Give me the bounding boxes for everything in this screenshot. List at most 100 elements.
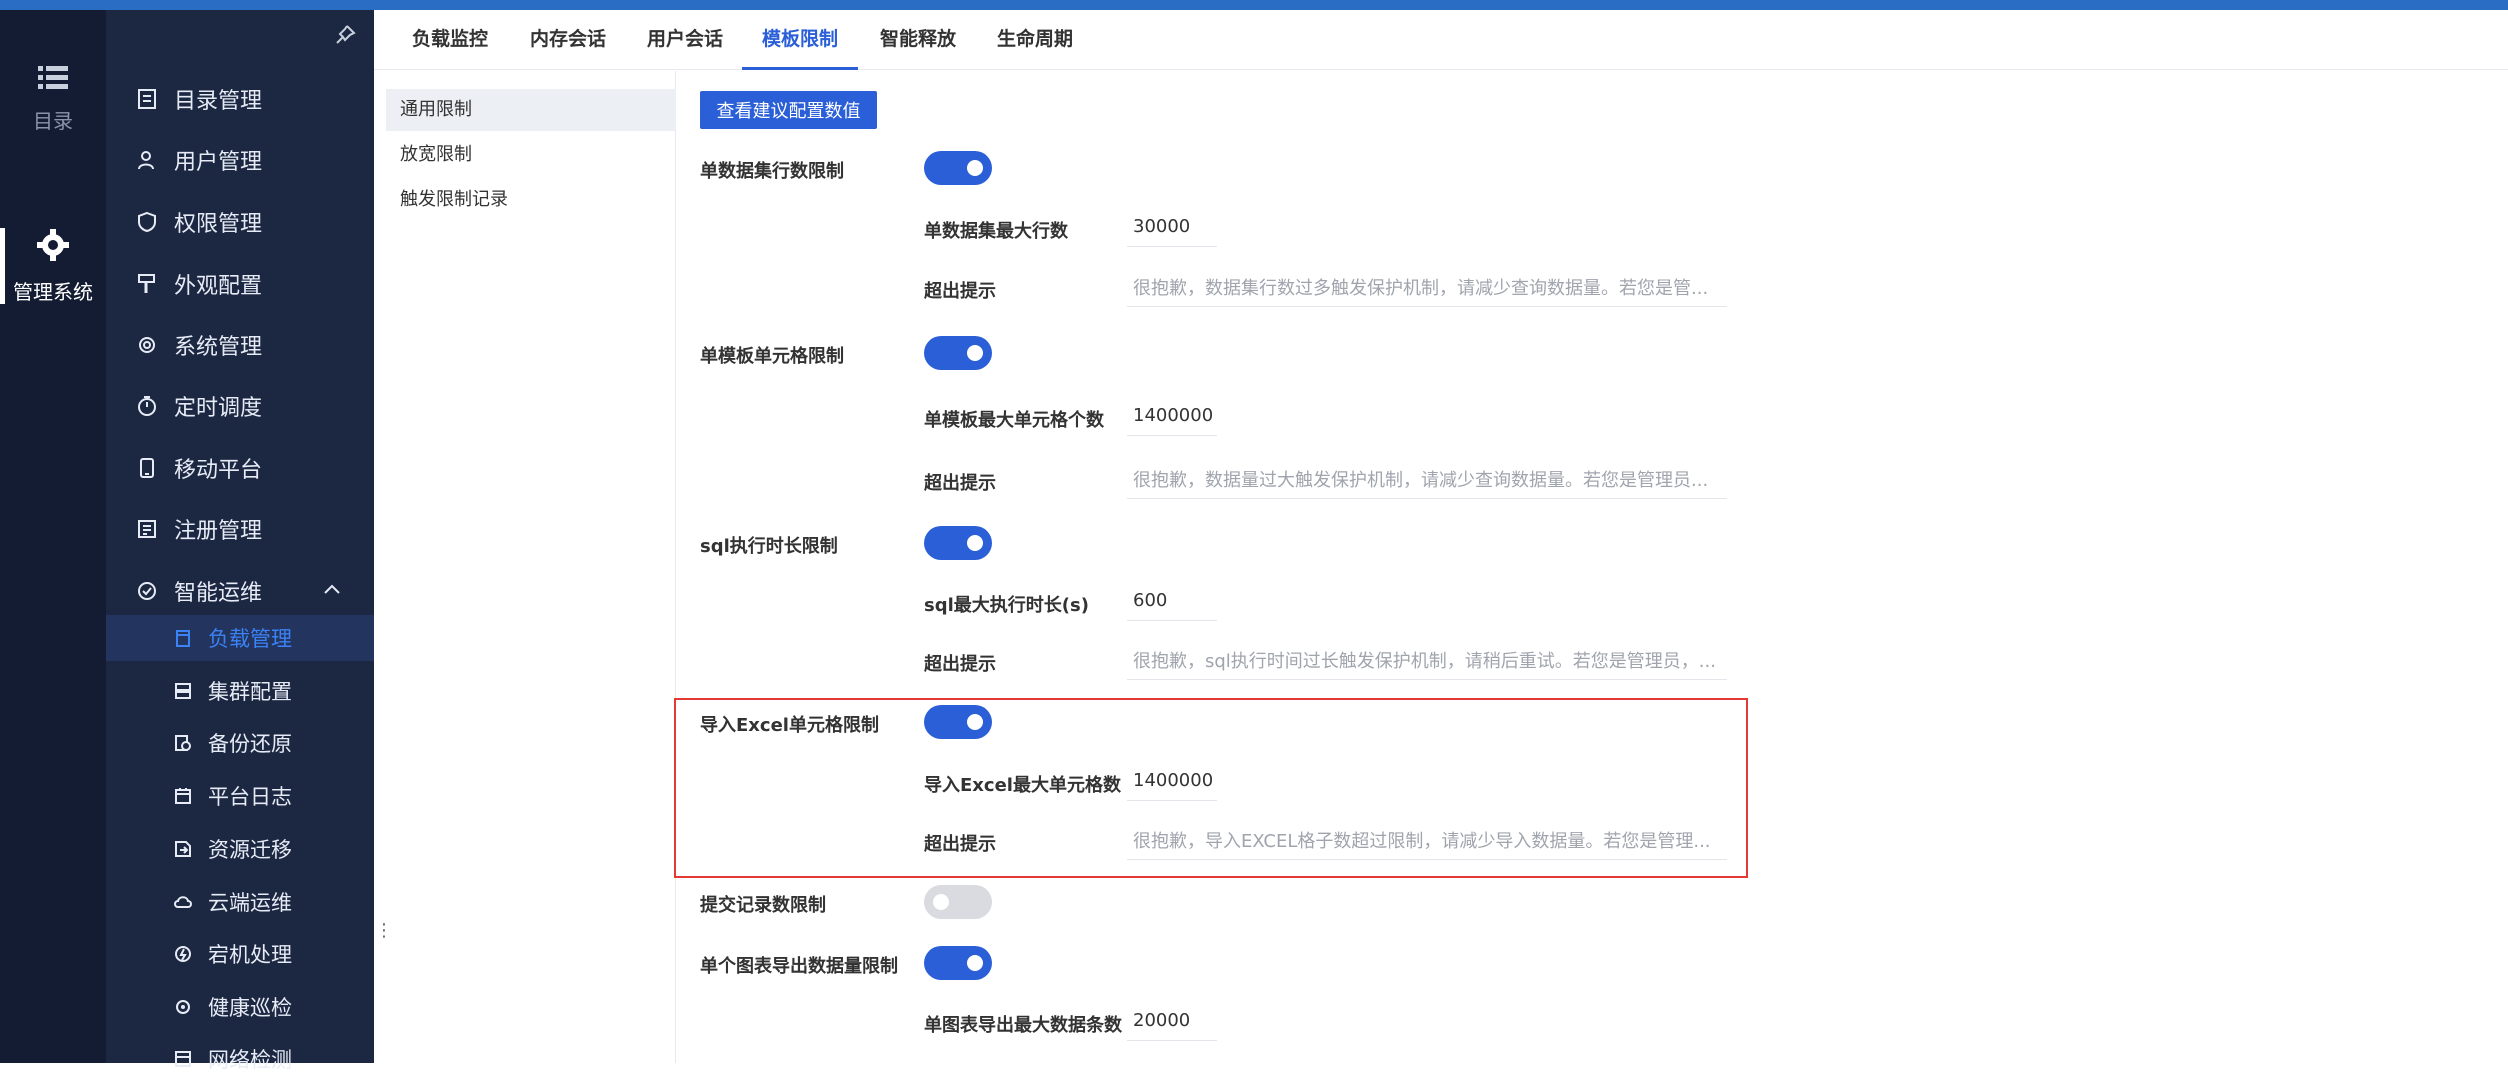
- sidebar-item-label: 目录管理: [174, 89, 263, 114]
- sidebar-item-label: 权限管理: [174, 212, 263, 237]
- exceed-tip-input[interactable]: [1127, 820, 1727, 860]
- sidebar-item-label: 备份还原: [208, 732, 292, 756]
- sidebar-item-label: 平台日志: [208, 785, 292, 809]
- sidebar-item-label: 定时调度: [174, 396, 263, 421]
- catalog-icon: [134, 86, 160, 112]
- sidebar-subitem-cluster[interactable]: 集群配置: [106, 668, 374, 714]
- sidebar-subitem-migration[interactable]: 资源迁移: [106, 826, 374, 872]
- row-label-chart-export: 单个图表导出数据量限制: [700, 956, 898, 977]
- sql-max-duration-input[interactable]: [1127, 581, 1217, 621]
- sidebar-item-permissions[interactable]: 权限管理: [106, 198, 374, 246]
- sidebar-item-label: 移动平台: [174, 458, 263, 483]
- tab-lifecycle[interactable]: 生命周期: [997, 10, 1073, 70]
- ops-icon: [134, 578, 160, 604]
- app-rail: 目录 管理系统: [0, 10, 106, 1063]
- max-cells-input[interactable]: [1127, 396, 1217, 436]
- row-label-submit-records: 提交记录数限制: [700, 895, 826, 916]
- sidebar-item-ops[interactable]: 智能运维: [106, 567, 374, 615]
- sidebar-item-label: 智能运维: [174, 581, 263, 606]
- submenu-relaxed-limits[interactable]: 放宽限制: [386, 134, 676, 176]
- backup-icon: [170, 730, 196, 756]
- tab-load-monitor[interactable]: 负载监控: [412, 10, 488, 70]
- field-label-exceed-tip: 超出提示: [924, 834, 996, 855]
- field-label-sql-max-duration: sql最大执行时长(s): [924, 595, 1089, 616]
- sidebar-item-label: 注册管理: [174, 519, 263, 544]
- sidebar-item-registration[interactable]: 注册管理: [106, 505, 374, 553]
- sidebar-item-scheduler[interactable]: 定时调度: [106, 382, 374, 430]
- max-rows-input[interactable]: [1127, 207, 1217, 247]
- sidebar-subitem-load[interactable]: 负载管理: [106, 615, 374, 661]
- sidebar-item-label: 资源迁移: [208, 838, 292, 862]
- field-label-chart-export-max: 单图表导出最大数据条数: [924, 1015, 1122, 1036]
- exceed-tip-input[interactable]: [1127, 640, 1727, 680]
- chevron-up-icon[interactable]: [322, 580, 342, 600]
- sidebar-item-mobile[interactable]: 移动平台: [106, 444, 374, 492]
- gear-icon: [37, 229, 69, 261]
- sidebar-item-label: 网络检测: [208, 1048, 292, 1072]
- view-recommended-config-button[interactable]: 查看建议配置数值: [700, 91, 877, 129]
- sidebar-subitem-backup[interactable]: 备份还原: [106, 720, 374, 766]
- field-label-exceed-tip: 超出提示: [924, 654, 996, 675]
- tab-smart-release[interactable]: 智能释放: [880, 10, 956, 70]
- sidebar-item-label: 外观配置: [174, 274, 263, 299]
- exceed-tip-input[interactable]: [1127, 267, 1727, 307]
- brush-icon: [134, 271, 160, 297]
- tab-user-session[interactable]: 用户会话: [647, 10, 723, 70]
- sidebar-item-users[interactable]: 用户管理: [106, 136, 374, 184]
- user-icon: [134, 147, 160, 173]
- migrate-icon: [170, 836, 196, 862]
- sidebar-item-label: 宕机处理: [208, 943, 292, 967]
- submenu-trigger-records[interactable]: 触发限制记录: [386, 179, 676, 221]
- tab-memory-session[interactable]: 内存会话: [530, 10, 606, 70]
- sidebar-item-label: 负载管理: [208, 627, 292, 651]
- field-label-excel-max-cells: 导入Excel最大单元格数: [924, 775, 1121, 796]
- cluster-icon: [170, 678, 196, 704]
- submenu-general-limits[interactable]: 通用限制: [386, 89, 676, 131]
- field-label-exceed-tip: 超出提示: [924, 281, 996, 302]
- toggle-template-cells[interactable]: [924, 336, 992, 370]
- excel-max-cells-input[interactable]: [1127, 761, 1217, 801]
- health-icon: [170, 994, 196, 1020]
- toggle-dataset-rows[interactable]: [924, 151, 992, 185]
- toggle-chart-export[interactable]: [924, 946, 992, 980]
- drag-handle-icon[interactable]: ⋮: [375, 920, 393, 941]
- field-label-max-cells: 单模板最大单元格个数: [924, 410, 1104, 431]
- sidebar-nav: 目录管理 用户管理 权限管理 外观配置 系统管理 定时调度 移动平台 注册管理 …: [106, 10, 374, 1072]
- sidebar-item-appearance[interactable]: 外观配置: [106, 260, 374, 308]
- sidebar-item-label: 用户管理: [174, 150, 263, 175]
- row-label-dataset-rows: 单数据集行数限制: [700, 161, 844, 182]
- pin-icon[interactable]: [334, 24, 356, 46]
- timer-icon: [134, 393, 160, 419]
- sidebar-subitem-health[interactable]: 健康巡检: [106, 984, 374, 1030]
- sidebar-item-system[interactable]: 系统管理: [106, 321, 374, 369]
- field-label-max-rows: 单数据集最大行数: [924, 221, 1068, 242]
- toggle-submit-records[interactable]: [924, 885, 992, 919]
- list-icon: [38, 66, 68, 89]
- toggle-excel-import-cells[interactable]: [924, 705, 992, 739]
- tab-template-limits[interactable]: 模板限制: [742, 10, 858, 70]
- rail-item-admin[interactable]: 管理系统: [0, 228, 106, 305]
- sidebar-subitem-logs[interactable]: 平台日志: [106, 773, 374, 819]
- mobile-icon: [134, 455, 160, 481]
- chart-export-max-input[interactable]: [1127, 1001, 1217, 1041]
- exceed-tip-input[interactable]: [1127, 459, 1727, 499]
- sidebar-item-catalog[interactable]: 目录管理: [106, 75, 374, 123]
- row-label-excel-import-cells: 导入Excel单元格限制: [700, 715, 879, 736]
- sidebar-subitem-network[interactable]: 网络检测: [106, 1036, 374, 1082]
- top-accent-bar: [0, 0, 2508, 10]
- rail-item-label: 目录: [33, 109, 73, 133]
- cloud-icon: [170, 889, 196, 915]
- sidebar-subitem-cloud[interactable]: 云端运维: [106, 879, 374, 925]
- settings-icon: [134, 332, 160, 358]
- sidebar-item-label: 系统管理: [174, 335, 263, 360]
- shield-icon: [134, 209, 160, 235]
- rail-item-catalog[interactable]: 目录: [0, 65, 106, 134]
- row-label-template-cells: 单模板单元格限制: [700, 346, 844, 367]
- sidebar-subitem-crash[interactable]: 宕机处理: [106, 931, 374, 977]
- top-tab-bar: 负载监控 内存会话 用户会话 模板限制 智能释放 生命周期: [374, 10, 2508, 70]
- toggle-sql-duration[interactable]: [924, 526, 992, 560]
- sidebar-item-label: 云端运维: [208, 891, 292, 915]
- rail-item-label: 管理系统: [13, 280, 93, 304]
- field-label-exceed-tip: 超出提示: [924, 473, 996, 494]
- limit-submenu: 通用限制 放宽限制 触发限制记录: [374, 71, 676, 1063]
